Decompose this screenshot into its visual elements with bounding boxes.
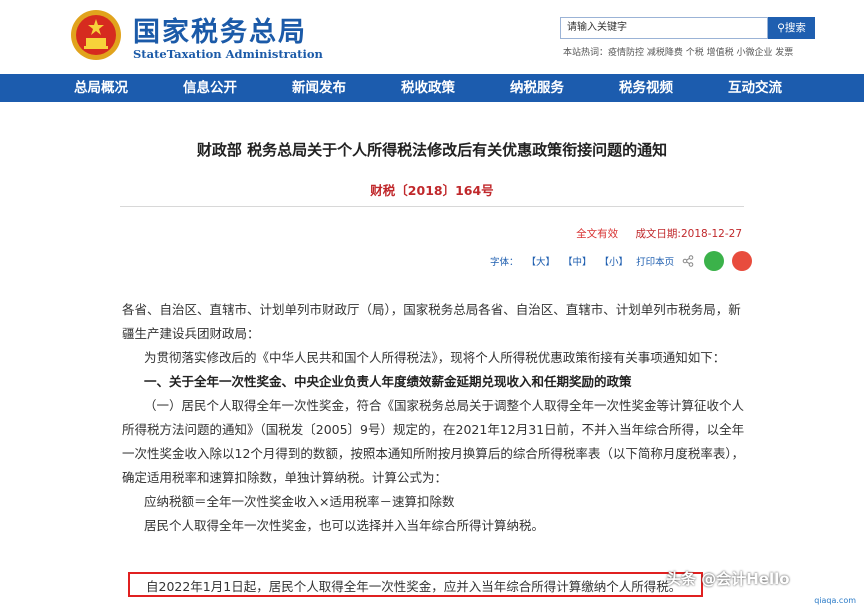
clause-1-line-2: 所得税方法问题的通知》（国税发〔2005〕9号）规定的，在2021年12月31日… [122,422,745,437]
font-medium-button[interactable]: 【中】 [563,254,592,268]
search-button-label: 搜索 [784,22,806,34]
watermark: 头条 @会计Hello qiaqa.com [662,556,864,607]
search-input[interactable]: 请输入关键字 [560,17,768,39]
validity-status: 全文有效 [576,228,619,240]
addressee-line-1: 各省、自治区、直辖市、计划单列市财政厅（局），国家税务总局各省、自治区、直辖市、… [122,302,741,317]
nav-item-interaction[interactable]: 互动交流 [728,74,782,102]
main-nav: 总局概况 信息公开 新闻发布 税收政策 纳税服务 税务视频 互动交流 [0,74,864,102]
brand-name-en: StateTaxation Administration [133,47,323,61]
section-heading-1: 一、关于全年一次性奖金、中央企业负责人年度绩效薪金延期兑现收入和任期奖励的政策 [144,374,632,389]
share-icon[interactable] [682,255,694,267]
nav-item-news[interactable]: 新闻发布 [292,74,346,102]
addressee-line-2: 疆生产建设兵团财政局： [122,326,260,341]
nav-item-info-public[interactable]: 信息公开 [183,74,237,102]
font-size-label: 字体： [490,257,519,268]
watermark-text: 头条 @会计Hello [666,570,790,588]
print-button[interactable]: 打印本页 [636,254,674,268]
clause-1-line-3: 一次性奖金收入除以12个月得到的数额，按照本通知所附按月换算后的综合所得税率表（… [122,446,745,461]
clause-1-line-4: 确定适用税率和速算扣除数，单独计算纳税。计算公式为： [122,470,448,485]
tax-formula: 应纳税额＝全年一次性奖金收入×适用税率－速算扣除数 [144,494,455,509]
search-icon: ⚲ [777,22,785,34]
clause-1-line-1: （一）居民个人取得全年一次性奖金，符合《国家税务总局关于调整个人取得全年一次性奖… [144,398,745,413]
nav-item-tax-video[interactable]: 税务视频 [619,74,673,102]
search-button[interactable]: ⚲搜索 [768,17,815,39]
hot-words[interactable]: 本站热词：疫情防控 减税降费 个税 增值税 小微企业 发票 [563,45,793,58]
document-number: 财税〔2018〕164号 [370,183,494,198]
article-meta: 全文有效 成文日期:2018-12-27 [576,226,742,241]
brand-name-cn[interactable]: 国家税务总局 [133,10,307,49]
wechat-share-icon[interactable] [704,251,725,271]
article-body: 各省、自治区、直辖市、计划单列市财政厅（局），国家税务总局各省、自治区、直辖市、… [122,298,745,538]
weibo-share-icon[interactable] [732,251,753,271]
article-tools: 字体： 【大】 【中】 【小】 打印本页 [490,250,760,272]
title-divider [120,206,744,207]
nav-item-tax-service[interactable]: 纳税服务 [510,74,564,102]
intro-paragraph: 为贯彻落实修改后的《中华人民共和国个人所得税法》，现将个人所得税优惠政策衔接有关… [144,350,726,365]
font-small-button[interactable]: 【小】 [600,254,629,268]
watermark-url: qiaqa.com [814,596,856,605]
nav-item-overview[interactable]: 总局概况 [74,74,128,102]
clause-1-option: 居民个人取得全年一次性奖金，也可以选择并入当年综合所得计算纳税。 [144,518,545,533]
site-header: 国家税务总局 StateTaxation Administration 请输入关… [0,0,864,73]
article-title: 财政部 税务总局关于个人所得税法修改后有关优惠政策衔接问题的通知 [196,141,668,159]
nav-item-tax-policy[interactable]: 税收政策 [401,74,455,102]
highlighted-paragraph: 自2022年1月1日起，居民个人取得全年一次性奖金，应并入当年综合所得计算缴纳个… [146,579,682,594]
font-large-button[interactable]: 【大】 [527,254,556,268]
national-emblem-icon [71,10,121,60]
issue-date: 成文日期:2018-12-27 [635,228,742,240]
